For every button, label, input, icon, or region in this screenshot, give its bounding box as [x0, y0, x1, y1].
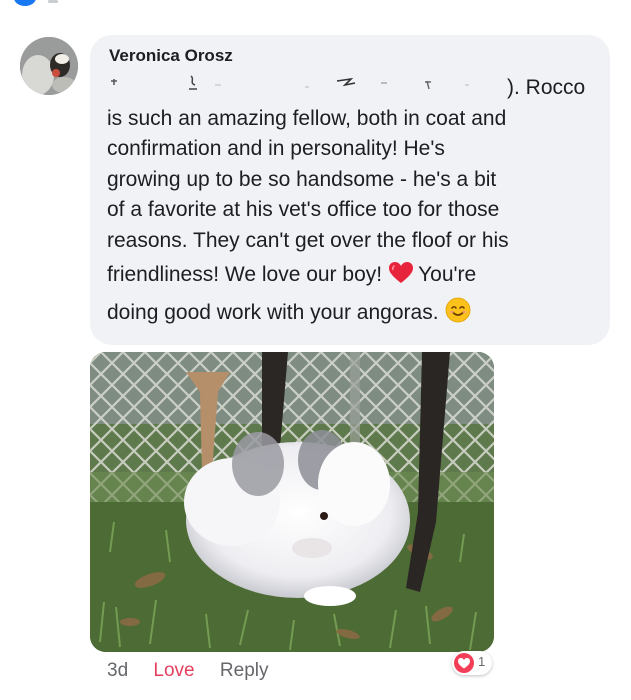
reaction-count: 1 — [478, 654, 486, 669]
comment-line: ). Rocco — [507, 76, 586, 99]
reply-button[interactable]: Reply — [220, 660, 269, 681]
comment-line: growing up to be so handsome - he's a bi… — [107, 167, 497, 191]
reaction-summary[interactable]: 1 — [452, 651, 492, 675]
top-divider — [48, 0, 58, 3]
rabbit-photo[interactable] — [90, 352, 494, 652]
comment-timestamp[interactable]: 3d — [107, 660, 128, 681]
love-button[interactable]: Love — [153, 660, 194, 681]
comment-author[interactable]: Veronica Orosz — [109, 46, 233, 66]
comment-text: ). Rocco is such an amazing fellow, both… — [107, 73, 603, 332]
comment-line: of a favorite at his vet's office too fo… — [107, 198, 500, 221]
smiling-face-icon — [445, 297, 471, 333]
top-blue-dot — [14, 0, 36, 6]
comment-line: confirmation and in personality! He's — [107, 137, 445, 160]
comment-line-part: You're — [418, 263, 477, 286]
red-heart-icon — [388, 261, 414, 295]
heart-reaction-icon — [454, 653, 474, 673]
avatar[interactable] — [20, 37, 78, 95]
comment-line: friendliness! We love our boy! You're — [107, 260, 603, 295]
comment-line: reasons. They can't get over the floof o… — [107, 228, 509, 252]
comment-bubble: Veronica Orosz ). Rocco is such an amazi… — [90, 35, 610, 345]
comment-line: doing good work with your angoras. — [107, 297, 603, 333]
comment-line: is such an amazing fellow, both in coat … — [107, 106, 507, 130]
comment-line-part: friendliness! We love our boy! — [107, 263, 383, 286]
comment-actions: 3d Love Reply — [107, 659, 288, 683]
comment-line-part: doing good work with your angoras. — [107, 300, 439, 324]
